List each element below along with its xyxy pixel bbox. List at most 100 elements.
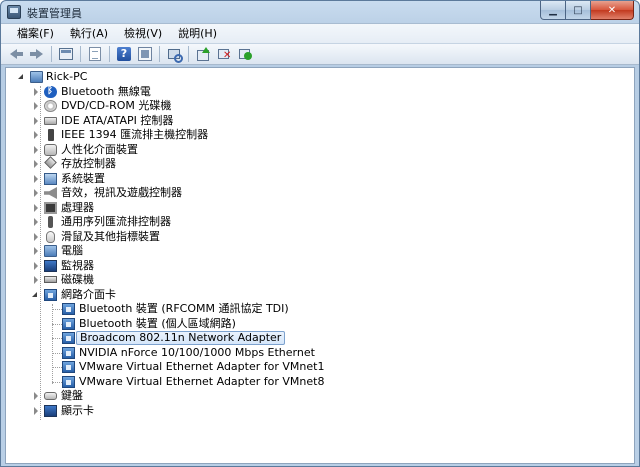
root-label: Rick-PC [46, 70, 88, 83]
tree-category[interactable]: 系統裝置 [6, 172, 634, 187]
tree-category[interactable]: 處理器 [6, 201, 634, 216]
expand-icon[interactable] [32, 247, 40, 255]
title-bar[interactable]: 裝置管理員 ▁ □ ✕ [1, 1, 639, 23]
expand-icon[interactable] [32, 392, 40, 400]
expand-icon[interactable] [32, 87, 40, 96]
tree-root[interactable]: Rick-PC [6, 70, 634, 85]
category-label: 系統裝置 [61, 171, 105, 185]
tree-device[interactable]: Bluetooth 裝置 (個人區域網路) [6, 317, 634, 332]
properties-page-button[interactable] [86, 45, 104, 63]
expand-icon[interactable] [32, 131, 40, 139]
tree-guide-line [52, 367, 62, 368]
collapse-icon[interactable] [32, 291, 40, 299]
expand-icon[interactable] [32, 203, 40, 212]
device-label: NVIDIA nForce 10/100/1000 Mbps Ethernet [79, 345, 315, 359]
uninstall-button[interactable] [215, 45, 233, 63]
tree-device[interactable]: VMware Virtual Ethernet Adapter for VMne… [6, 375, 634, 390]
optical-drive-icon [44, 100, 57, 112]
tree-category[interactable]: 電腦 [6, 244, 634, 259]
properties-button[interactable] [136, 45, 154, 63]
tree-guide-line [52, 381, 62, 383]
tree-category[interactable]: 磁碟機 [6, 273, 634, 288]
expand-icon[interactable] [32, 232, 40, 241]
back-icon[interactable] [7, 45, 25, 63]
category-label: 鍵盤 [61, 389, 83, 402]
help-button[interactable]: ? [115, 45, 133, 63]
tree-category[interactable]: 鍵盤 [6, 389, 634, 404]
category-label: DVD/CD-ROM 光碟機 [61, 99, 172, 112]
maximize-button[interactable]: □ [566, 1, 591, 20]
expand-icon[interactable] [32, 276, 40, 284]
tree-category[interactable]: IEEE 1394 匯流排主機控制器 [6, 128, 634, 143]
tree-category[interactable]: Bluetooth 無線電 [6, 85, 634, 100]
menu-help[interactable]: 說明(H) [170, 25, 225, 43]
menu-view[interactable]: 檢視(V) [116, 25, 170, 43]
expand-icon[interactable] [32, 218, 40, 226]
bluetooth-icon [44, 85, 57, 98]
tree-category[interactable]: 人性化介面裝置 [6, 143, 634, 158]
monitor-icon [44, 259, 57, 272]
toolbar: ? [1, 43, 639, 65]
tree-category[interactable]: 音效，視訊及遊戲控制器 [6, 186, 634, 201]
minimize-button[interactable]: ▁ [540, 1, 566, 20]
tree-guide-line [52, 338, 62, 339]
tree-device-selected[interactable]: Broadcom 802.11n Network Adapter [6, 331, 634, 346]
computer-icon [44, 245, 57, 257]
tree-device[interactable]: VMware Virtual Ethernet Adapter for VMne… [6, 360, 634, 375]
computer-icon [30, 71, 43, 83]
window-title: 裝置管理員 [27, 7, 82, 20]
storage-controller-icon [44, 156, 57, 169]
expand-icon[interactable] [32, 261, 40, 270]
expand-icon[interactable] [32, 174, 40, 183]
expand-collapse-icon[interactable] [18, 73, 26, 81]
expand-icon[interactable] [32, 160, 40, 168]
tree-category[interactable]: 顯示卡 [6, 404, 634, 419]
minimize-icon: ▁ [549, 4, 557, 16]
menu-file[interactable]: 檔案(F) [9, 25, 62, 43]
device-tree-pane[interactable]: Rick-PC Bluetooth 無線電 DVD/CD-ROM 光碟機 IDE… [5, 67, 635, 464]
tree-category[interactable]: 滑鼠及其他指標裝置 [6, 230, 634, 245]
expand-icon[interactable] [32, 145, 40, 154]
disk-drive-icon [44, 276, 57, 283]
network-adapter-icon [62, 375, 75, 388]
menu-action[interactable]: 執行(A) [62, 25, 116, 43]
close-button[interactable]: ✕ [591, 1, 634, 20]
category-label: 顯示卡 [61, 403, 94, 417]
category-label: 處理器 [61, 200, 94, 214]
expand-icon[interactable] [32, 102, 40, 110]
maximize-icon: □ [573, 4, 583, 16]
tree-device[interactable]: NVIDIA nForce 10/100/1000 Mbps Ethernet [6, 346, 634, 361]
tree-category[interactable]: DVD/CD-ROM 光碟機 [6, 99, 634, 114]
mouse-icon [46, 230, 55, 243]
tree-category-network[interactable]: 網路介面卡 [6, 288, 634, 303]
tree-guide-line [52, 309, 62, 310]
menu-bar: 檔案(F) 執行(A) 檢視(V) 說明(H) [1, 23, 639, 43]
expand-icon[interactable] [32, 189, 40, 197]
scan-hardware-button[interactable] [165, 45, 183, 63]
expand-icon[interactable] [32, 116, 40, 125]
network-adapter-icon [62, 303, 75, 315]
display-adapter-icon [44, 404, 57, 417]
forward-icon[interactable] [28, 45, 46, 63]
tree-category[interactable]: 通用序列匯流排控制器 [6, 215, 634, 230]
keyboard-icon [44, 392, 57, 400]
close-icon: ✕ [607, 4, 617, 16]
toolbar-separator [80, 46, 81, 62]
category-label: IEEE 1394 匯流排主機控制器 [61, 128, 209, 141]
device-tree: Rick-PC Bluetooth 無線電 DVD/CD-ROM 光碟機 IDE… [6, 70, 634, 420]
tree-device[interactable]: Bluetooth 裝置 (RFCOMM 通訊協定 TDI) [6, 302, 634, 317]
tree-category[interactable]: IDE ATA/ATAPI 控制器 [6, 114, 634, 129]
enable-icon [238, 47, 252, 61]
enable-button[interactable] [236, 45, 254, 63]
console-tree-button[interactable] [57, 45, 75, 63]
device-manager-window: 裝置管理員 ▁ □ ✕ 檔案(F) 執行(A) 檢視(V) 說明(H) ? ✕ … [0, 0, 640, 467]
tree-category[interactable]: 監視器 [6, 259, 634, 274]
uninstall-icon [217, 47, 231, 61]
tree-category[interactable]: 存放控制器 [6, 156, 634, 172]
device-label: VMware Virtual Ethernet Adapter for VMne… [79, 374, 325, 388]
network-adapter-icon [44, 288, 57, 301]
device-manager-icon [7, 5, 21, 19]
update-driver-button[interactable] [194, 45, 212, 63]
usb-icon [48, 216, 53, 228]
expand-icon[interactable] [32, 406, 40, 415]
